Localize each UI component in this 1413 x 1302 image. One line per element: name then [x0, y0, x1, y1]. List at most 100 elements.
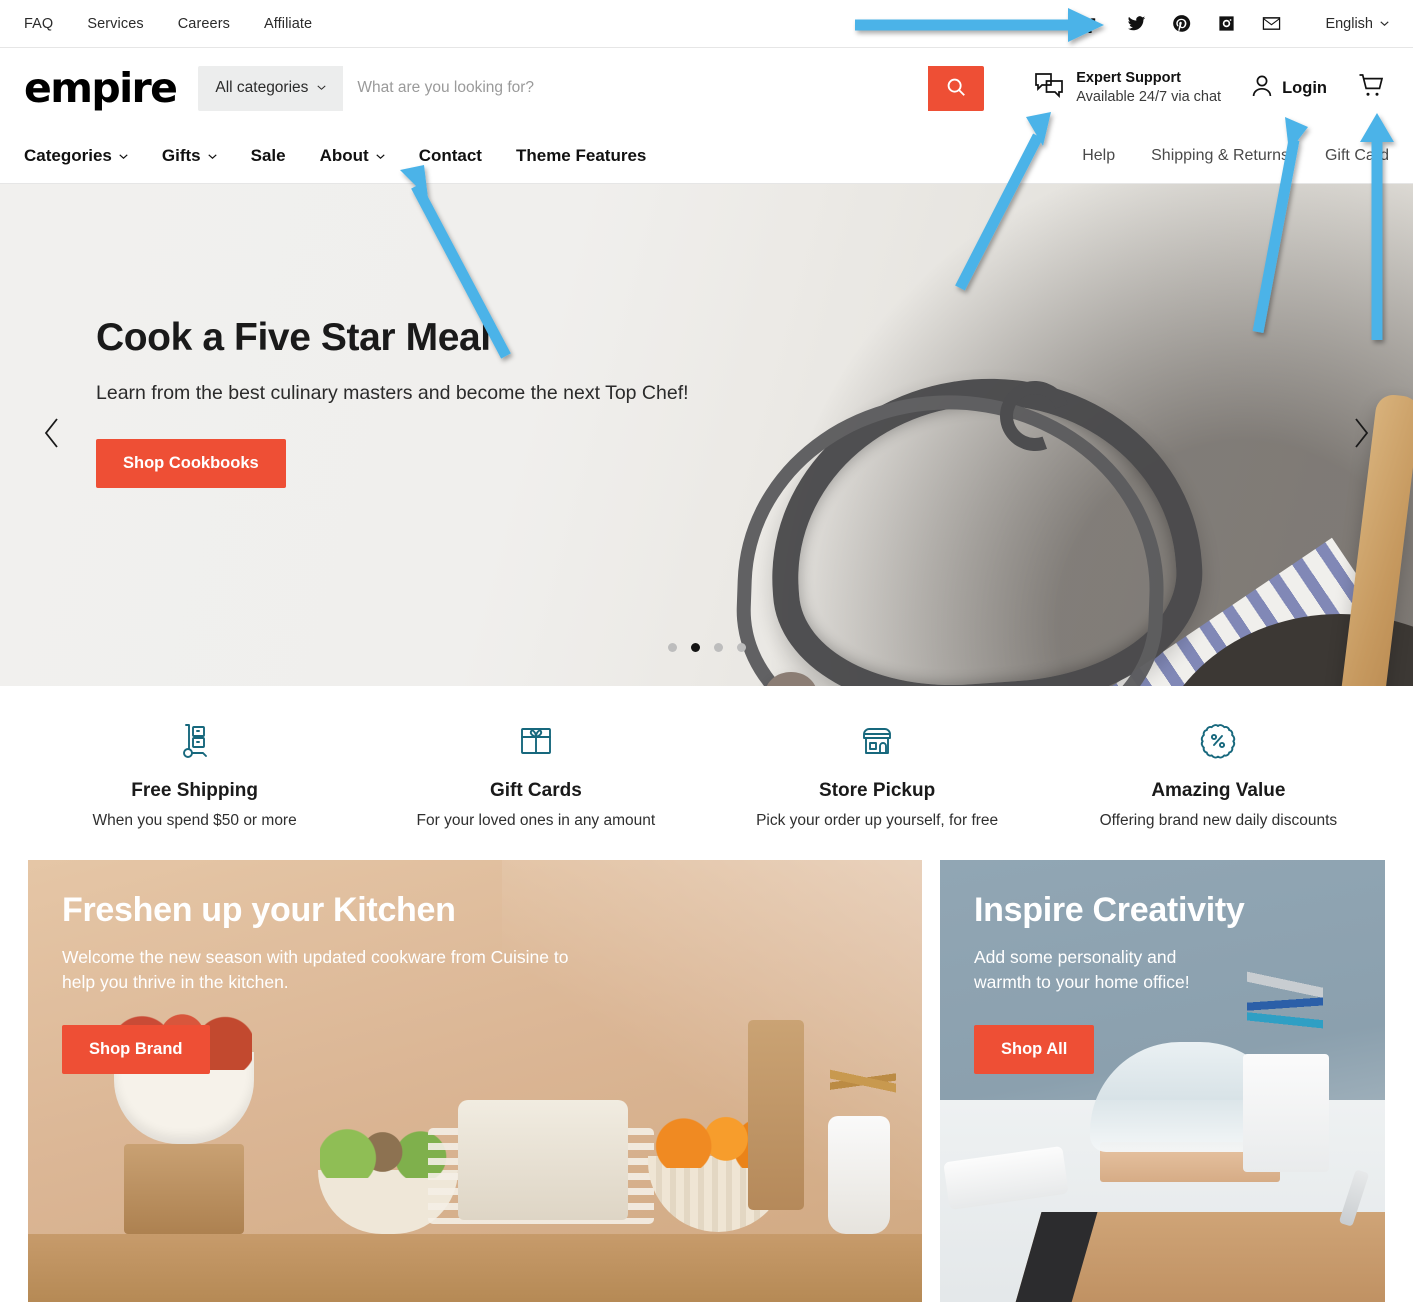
nav-secondary: Help Shipping & Returns Gift Card [1082, 147, 1389, 165]
chevron-down-icon [119, 146, 128, 166]
contact-nav-item[interactable]: Contact [419, 146, 482, 166]
carousel-prev-button[interactable] [32, 415, 72, 455]
promo-cta-shop-all[interactable]: Shop All [974, 1025, 1095, 1075]
feature-title: Gift Cards [489, 780, 582, 801]
kitchen-wood-block [124, 1144, 244, 1234]
hero-carousel: Cook a Five Star Meal Learn from the bes… [0, 184, 1413, 686]
chevron-down-icon [207, 146, 217, 166]
nav-item-help[interactable]: Help [1082, 147, 1115, 165]
promo-body: Freshen up your Kitchen Welcome the new … [28, 860, 922, 1106]
main-nav: Categories Gifts Sale About Contact Them… [0, 128, 1413, 184]
nav-item-categories[interactable]: Categories [24, 146, 128, 166]
search-submit-button[interactable] [928, 65, 985, 111]
feature-amazing-value: Amazing Value Offering brand new daily d… [1048, 718, 1389, 830]
search-category-label: All categories [215, 79, 309, 96]
feature-title: Store Pickup [819, 780, 936, 801]
chevron-down-icon [317, 79, 327, 97]
carousel-dot-3[interactable] [713, 643, 723, 652]
nav-item-gifts[interactable]: Gifts [162, 146, 217, 166]
expert-support-title: Expert Support [1076, 70, 1181, 87]
language-selector[interactable]: English [1325, 16, 1389, 32]
nav-primary: Categories Gifts Sale About Contact Them… [24, 146, 646, 166]
delivery-dolly-icon [24, 718, 365, 764]
nav-item-theme-features[interactable]: Theme Features [516, 146, 646, 166]
instagram-icon[interactable] [1217, 14, 1236, 33]
email-icon[interactable] [1262, 14, 1281, 33]
kitchen-counter [28, 1234, 922, 1302]
utility-link-affiliate[interactable]: Affiliate [264, 16, 312, 32]
main-header: empire All categories What are you looki… [0, 48, 1413, 128]
chat-bubbles-icon [1034, 72, 1064, 105]
percent-badge-icon [1048, 718, 1389, 764]
search-input[interactable] [343, 65, 929, 111]
utility-right: English [1082, 14, 1389, 33]
cart-button[interactable] [1357, 72, 1385, 105]
language-label: English [1325, 15, 1373, 32]
gift-card-icon [365, 718, 706, 764]
hero-cta-button[interactable]: Shop Cookbooks [96, 438, 286, 488]
nav-item-label: About [319, 145, 369, 165]
nav-item-gift-card[interactable]: Gift Card [1325, 147, 1389, 165]
chevron-down-icon [1380, 16, 1389, 32]
nav-item-label: Contact [418, 145, 482, 165]
promo-body: Inspire Creativity Add some personality … [940, 860, 1385, 1106]
expert-support[interactable]: Expert Support Available 24/7 via chat [1034, 69, 1221, 106]
utility-bar: FAQ Services Careers Affiliate English [0, 0, 1413, 48]
social-icons-row [1082, 14, 1281, 33]
twitter-icon[interactable] [1127, 14, 1146, 33]
cart-icon [1357, 72, 1385, 105]
promo-cta-shop-brand[interactable]: Shop Brand [62, 1025, 210, 1075]
nav-item-about[interactable]: About [320, 146, 385, 166]
site-logo[interactable]: empire [24, 67, 178, 109]
nav-item-label: Theme Features [515, 145, 647, 165]
promo-card-creativity[interactable]: Inspire Creativity Add some personality … [940, 860, 1385, 1302]
header-right: Expert Support Available 24/7 via chat L… [1034, 69, 1389, 106]
kitchen-utensil-vase [828, 1116, 890, 1234]
feature-gift-cards: Gift Cards For your loved ones in any am… [365, 718, 706, 830]
login-label: Login [1282, 78, 1327, 97]
nav-item-shipping-returns[interactable]: Shipping & Returns [1151, 147, 1289, 165]
hero-title: Cook a Five Star Meal [96, 316, 491, 359]
feature-subtitle: When you spend $50 or more [92, 812, 297, 829]
chevron-right-icon [1351, 417, 1371, 454]
carousel-dot-4[interactable] [736, 643, 746, 652]
nav-item-sale[interactable]: Sale [251, 146, 286, 166]
feature-free-shipping: Free Shipping When you spend $50 or more [24, 718, 365, 830]
carousel-dot-1[interactable] [667, 643, 677, 652]
chevron-left-icon [42, 417, 62, 454]
search-category-select[interactable]: All categories [198, 65, 344, 111]
kitchen-ceramic-jars [458, 1100, 628, 1220]
promo-subtitle: Add some personality and warmth to your … [974, 947, 1190, 993]
search-bar: All categories [198, 65, 985, 111]
hero-prop-horseshoe [759, 364, 1211, 686]
carousel-next-button[interactable] [1341, 415, 1381, 455]
promo-card-kitchen[interactable]: Freshen up your Kitchen Welcome the new … [28, 860, 922, 1302]
chevron-down-icon [376, 146, 385, 166]
carousel-dot-2[interactable] [690, 643, 700, 652]
page-root: FAQ Services Careers Affiliate English e… [0, 0, 1413, 1302]
feature-title: Amazing Value [1151, 780, 1286, 801]
utility-links: FAQ Services Careers Affiliate [24, 16, 312, 32]
features-row: Free Shipping When you spend $50 or more… [0, 686, 1413, 860]
promo-cards-row: Freshen up your Kitchen Welcome the new … [0, 860, 1413, 1302]
feature-store-pickup: Store Pickup Pick your order up yourself… [707, 718, 1048, 830]
carousel-dots [0, 643, 1413, 652]
hero-subtitle: Learn from the best culinary masters and… [96, 381, 689, 404]
utility-link-faq[interactable]: FAQ [24, 16, 53, 32]
feature-subtitle: Offering brand new daily discounts [1099, 812, 1338, 829]
login-button[interactable]: Login [1251, 74, 1327, 103]
expert-support-subtitle: Available 24/7 via chat [1076, 89, 1222, 105]
feature-subtitle: Pick your order up yourself, for free [756, 812, 999, 829]
utility-link-services[interactable]: Services [87, 16, 143, 32]
feature-subtitle: For your loved ones in any amount [416, 812, 656, 829]
nav-item-label: Gifts [161, 145, 201, 165]
pinterest-icon[interactable] [1172, 14, 1191, 33]
nav-item-label: Sale [250, 145, 286, 165]
utility-link-careers[interactable]: Careers [178, 16, 230, 32]
promo-title: Inspire Creativity [974, 891, 1245, 929]
promo-title: Freshen up your Kitchen [62, 891, 456, 929]
facebook-icon[interactable] [1082, 14, 1101, 33]
nav-item-label: Categories [24, 145, 112, 165]
expert-support-text: Expert Support Available 24/7 via chat [1076, 69, 1221, 106]
search-icon [945, 76, 967, 101]
